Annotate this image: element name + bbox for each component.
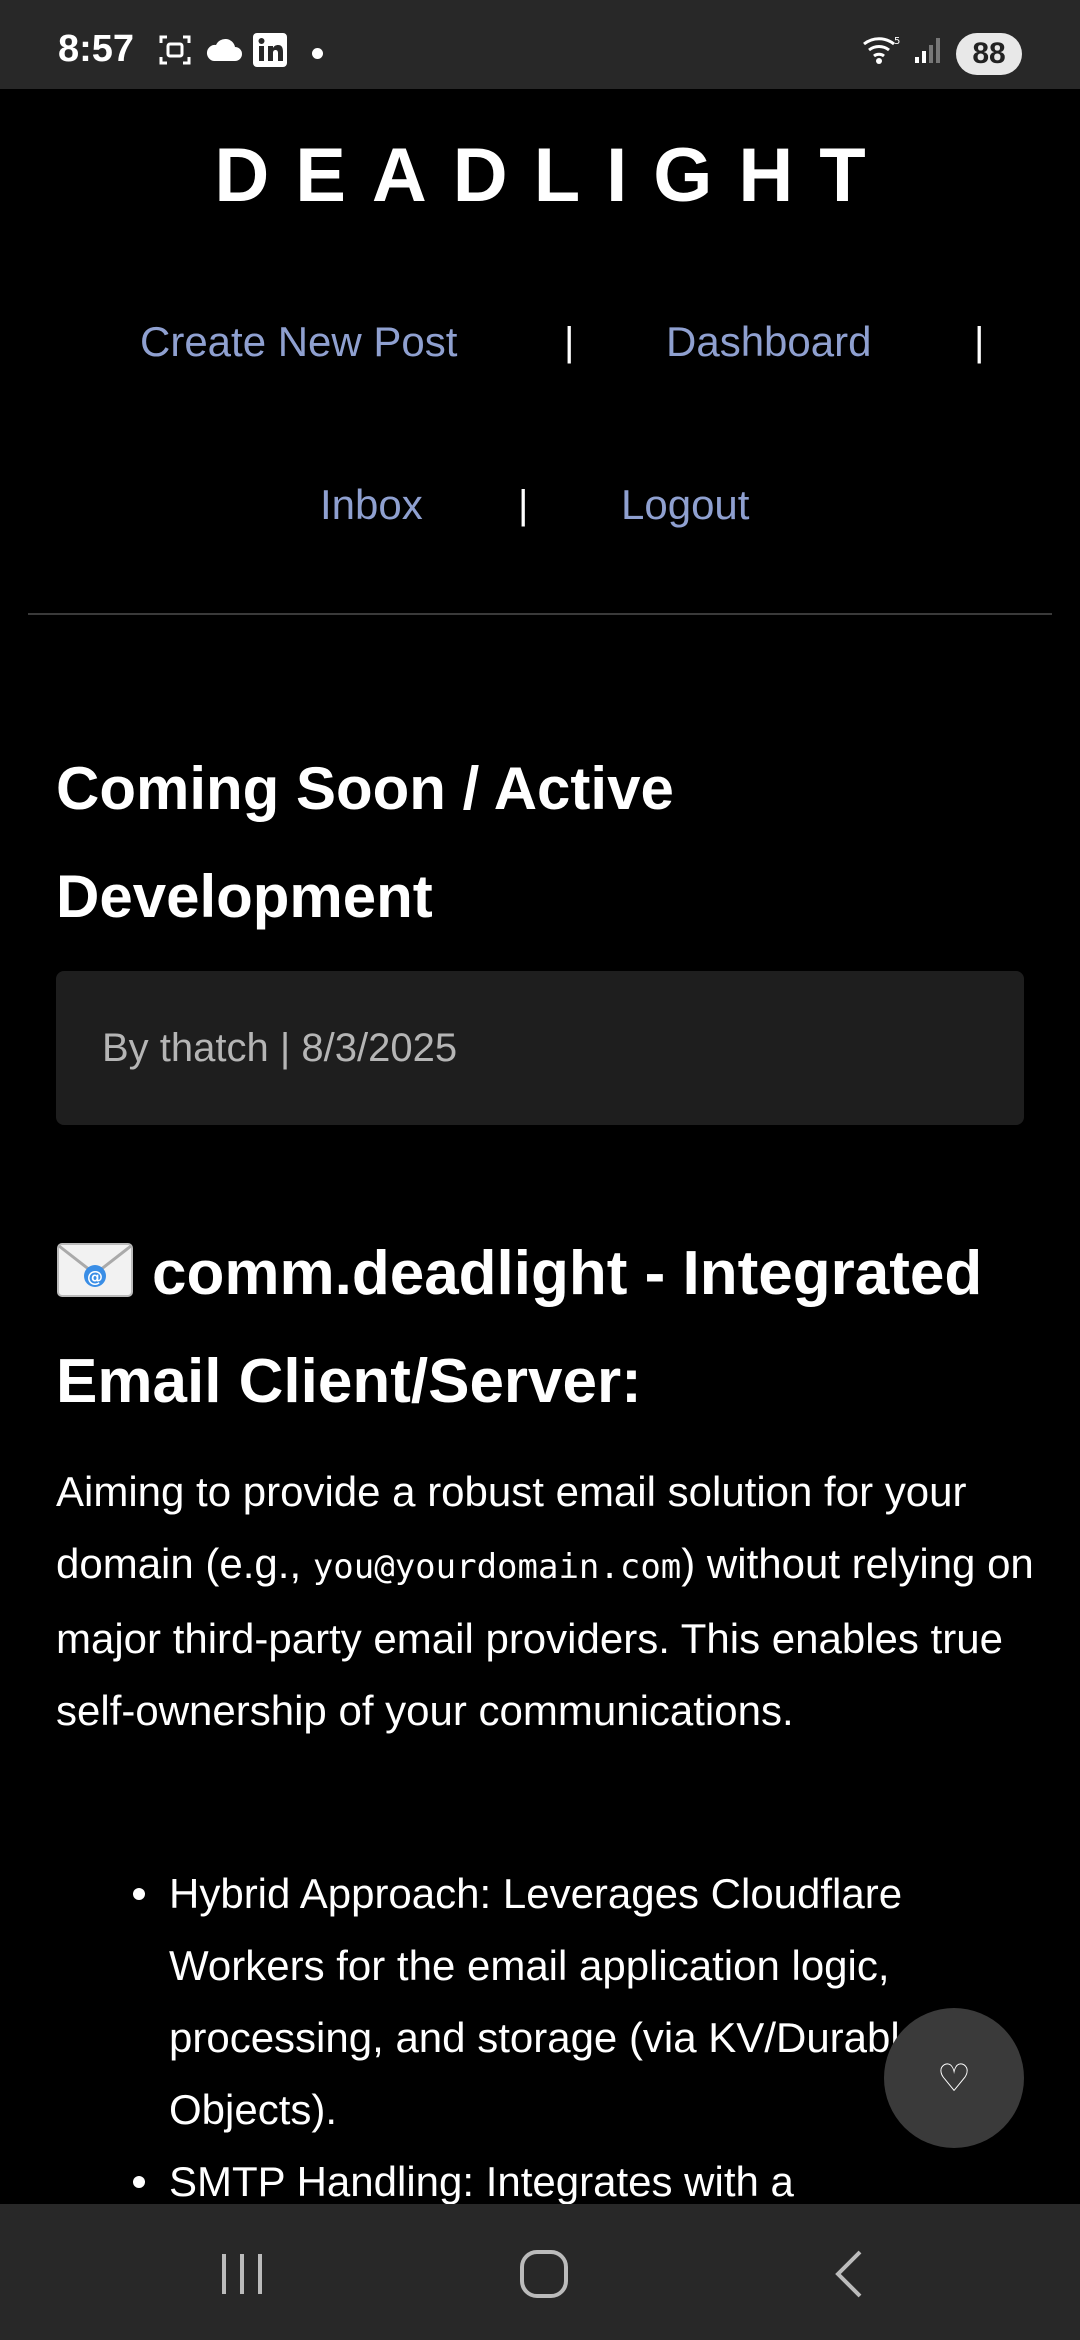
section-heading: @ comm.deadlight - Integrated Email Clie… bbox=[56, 1220, 1046, 1436]
back-icon bbox=[835, 2250, 862, 2298]
section-heading-text: comm.deadlight - Integrated Email Client… bbox=[56, 1239, 983, 1416]
post-meta-text: By thatch | 8/3/2025 bbox=[102, 1025, 458, 1070]
cloud-icon bbox=[204, 32, 244, 68]
nav-separator: | bbox=[564, 320, 575, 364]
recent-apps-button[interactable] bbox=[212, 2244, 272, 2304]
svg-text:@: @ bbox=[87, 1267, 103, 1286]
nav-inbox[interactable]: Inbox bbox=[320, 481, 423, 529]
post-title: Coming Soon / Active Development bbox=[56, 755, 674, 930]
site-title[interactable]: DEADLIGHT bbox=[0, 132, 1080, 219]
nav-dashboard[interactable]: Dashboard bbox=[666, 318, 871, 366]
home-icon bbox=[520, 2250, 568, 2298]
status-time: 8:57 bbox=[58, 28, 135, 70]
back-button[interactable] bbox=[818, 2244, 878, 2304]
screen: 8:57 5 88 DEADLIGHT Create New Post | Da… bbox=[0, 0, 1080, 2340]
notification-dot bbox=[312, 48, 323, 59]
nav-separator: | bbox=[974, 320, 985, 364]
signal-icon bbox=[912, 32, 944, 68]
post-meta: By thatch | 8/3/2025 bbox=[56, 971, 1024, 1125]
battery-indicator: 88 bbox=[956, 33, 1022, 75]
recent-apps-icon bbox=[222, 2254, 262, 2294]
post-paragraph: Aiming to provide a robust email solutio… bbox=[56, 1456, 1036, 1747]
header-divider bbox=[28, 613, 1052, 615]
nav-logout[interactable]: Logout bbox=[621, 481, 749, 529]
heart-icon: ♡ bbox=[936, 2057, 972, 2100]
svg-text:5: 5 bbox=[894, 36, 900, 47]
envelope-icon: @ bbox=[56, 1224, 134, 1297]
screenshot-icon bbox=[156, 32, 194, 68]
nav-separator: | bbox=[518, 483, 529, 527]
like-button[interactable]: ♡ bbox=[884, 2008, 1024, 2148]
wifi-icon: 5 bbox=[860, 32, 902, 68]
linkedin-icon bbox=[252, 32, 288, 68]
status-bar: 8:57 5 88 bbox=[0, 0, 1080, 89]
inline-code-email: you@yourdomain.com bbox=[312, 1547, 682, 1587]
system-nav-bar bbox=[0, 2204, 1080, 2340]
nav-create-post[interactable]: Create New Post bbox=[140, 318, 457, 366]
home-button[interactable] bbox=[514, 2244, 574, 2304]
